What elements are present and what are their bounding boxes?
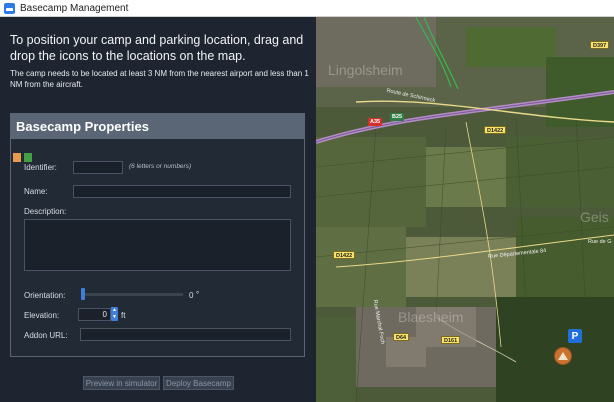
parking-color-swatch[interactable] <box>24 153 32 162</box>
map-watermark-blaesheim: Blaesheim <box>398 309 464 325</box>
orientation-slider-handle[interactable] <box>81 288 85 300</box>
map-watermark-lingolsheim: Lingolsheim <box>328 62 403 78</box>
deploy-basecamp-button[interactable]: Deploy Basecamp <box>163 376 234 390</box>
road-badge-a35: A35 <box>368 118 383 126</box>
identifier-hint: (6 letters or numbers) <box>129 163 192 170</box>
camp-color-swatch[interactable] <box>13 153 21 162</box>
instructions-title: To position your camp and parking locati… <box>10 33 304 63</box>
parking-marker-icon[interactable]: P <box>568 329 582 343</box>
addon-url-input[interactable] <box>80 328 291 341</box>
orientation-value: 0 <box>189 291 194 300</box>
road-badge-d1422-north: D1422 <box>484 126 507 134</box>
elevation-label: Elevation: <box>24 311 60 320</box>
left-panel: To position your camp and parking locati… <box>0 17 316 402</box>
road-badge-d397: D397 <box>590 41 610 49</box>
title-bar: Basecamp Management <box>0 0 614 17</box>
orientation-unit: ° <box>196 290 200 299</box>
name-input[interactable] <box>73 185 291 198</box>
orientation-slider-track[interactable] <box>83 293 183 296</box>
camp-marker-icon[interactable] <box>554 347 572 365</box>
name-label: Name: <box>24 187 48 196</box>
description-label: Description: <box>24 207 67 216</box>
elevation-input[interactable] <box>78 308 111 321</box>
map-label-rue-de-g: Rue de G <box>588 239 612 245</box>
orientation-label: Orientation: <box>24 291 66 300</box>
map-view[interactable]: Lingolsheim Geis Blaesheim A35 B25 D1422… <box>316 17 614 402</box>
road-badge-d161: D161 <box>441 336 461 344</box>
road-badge-b25: B25 <box>390 113 405 121</box>
window-title: Basecamp Management <box>20 2 129 14</box>
addon-url-label: Addon URL: <box>24 331 68 340</box>
elevation-spinner[interactable]: ▲ ▼ <box>111 307 118 321</box>
identifier-label: Identifier: <box>24 163 57 172</box>
preview-in-simulator-button[interactable]: Preview in simulator <box>83 376 160 390</box>
description-textarea[interactable] <box>24 219 291 271</box>
road-badge-d1422-west: D1422 <box>333 251 356 259</box>
instructions-subtitle: The camp needs to be located at least 3 … <box>10 69 309 89</box>
identifier-input[interactable] <box>73 161 123 174</box>
road-badge-d64: D64 <box>393 333 410 341</box>
panel-title: Basecamp Properties <box>11 114 304 139</box>
elevation-unit: ft <box>121 311 126 320</box>
map-watermark-geis: Geis <box>580 209 609 225</box>
app-icon <box>4 2 15 14</box>
